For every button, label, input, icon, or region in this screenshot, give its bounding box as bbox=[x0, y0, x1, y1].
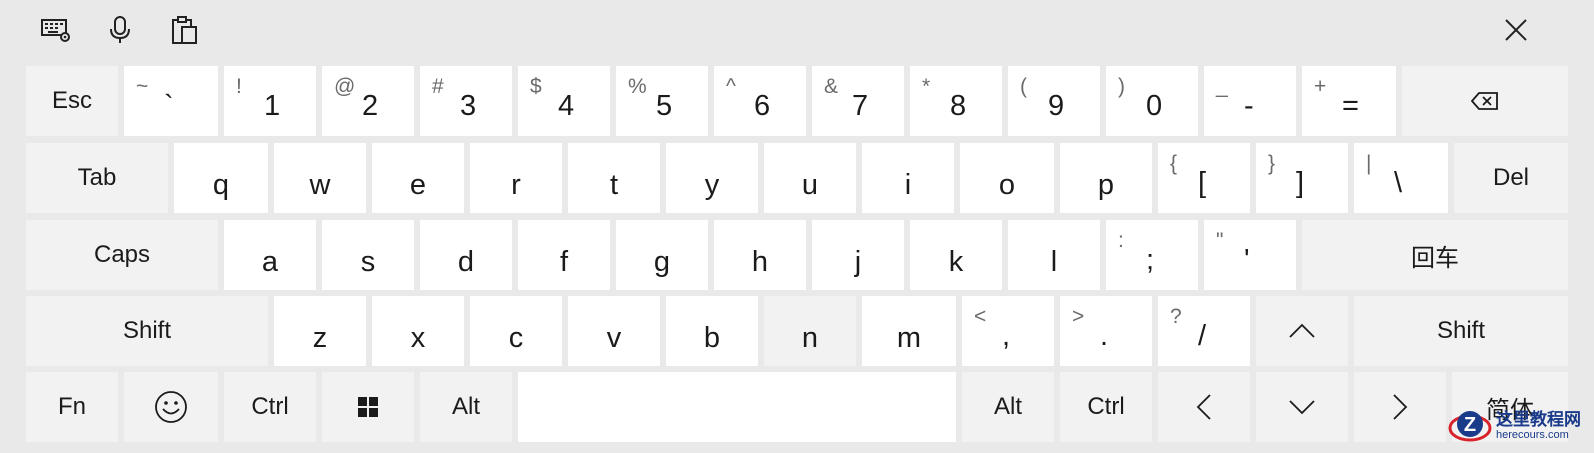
smiley-icon bbox=[154, 390, 188, 424]
chevron-up-icon bbox=[1288, 323, 1316, 339]
arrow-down-key[interactable] bbox=[1256, 372, 1348, 442]
key-j[interactable]: j bbox=[812, 220, 904, 290]
semicolon-key[interactable]: :; bbox=[1106, 220, 1198, 290]
enter-key[interactable]: 回车 bbox=[1302, 220, 1568, 290]
key-w[interactable]: w bbox=[274, 143, 366, 213]
backtick-key[interactable]: ~ ` bbox=[124, 66, 218, 136]
watermark-cn: 这里教程网 bbox=[1496, 409, 1581, 429]
key-f[interactable]: f bbox=[518, 220, 610, 290]
key-q[interactable]: q bbox=[174, 143, 268, 213]
key-d[interactable]: d bbox=[420, 220, 512, 290]
watermark: Z 这里教程网 herecours.com bbox=[1448, 401, 1594, 451]
backspace-icon bbox=[1471, 91, 1499, 111]
chevron-left-icon bbox=[1196, 393, 1212, 421]
keyboard: Esc ~ ` ! 1 @2 #3 $4 % 5 ^ 6 & 7 * 8 (9 ) 0 _ - … bbox=[26, 66, 1568, 446]
key-0[interactable]: ) 0 bbox=[1106, 66, 1198, 136]
key-a[interactable]: a bbox=[224, 220, 316, 290]
esc-key[interactable]: Esc bbox=[26, 66, 118, 136]
key-k[interactable]: k bbox=[910, 220, 1002, 290]
key-l[interactable]: l bbox=[1008, 220, 1100, 290]
key-9[interactable]: (9 bbox=[1008, 66, 1100, 136]
key-x[interactable]: x bbox=[372, 296, 464, 366]
watermark-logo-icon: Z bbox=[1448, 404, 1492, 448]
watermark-en: herecours.com bbox=[1496, 429, 1569, 442]
slash-key[interactable]: ? / bbox=[1158, 296, 1250, 366]
arrow-up-key[interactable] bbox=[1256, 296, 1348, 366]
ctrl-left-key[interactable]: Ctrl bbox=[224, 372, 316, 442]
windows-key[interactable] bbox=[322, 372, 414, 442]
key-o[interactable]: o bbox=[960, 143, 1054, 213]
right-bracket-key[interactable]: }] bbox=[1256, 143, 1348, 213]
ctrl-right-key[interactable]: Ctrl bbox=[1060, 372, 1152, 442]
keyboard-settings-icon[interactable] bbox=[36, 10, 76, 50]
chevron-down-icon bbox=[1288, 399, 1316, 415]
key-3[interactable]: #3 bbox=[420, 66, 512, 136]
key-2[interactable]: @2 bbox=[322, 66, 414, 136]
key-m[interactable]: m bbox=[862, 296, 956, 366]
equals-key[interactable]: + = bbox=[1302, 66, 1396, 136]
watermark-logo-letter: Z bbox=[1464, 414, 1476, 436]
key-4[interactable]: $4 bbox=[518, 66, 610, 136]
key-5[interactable]: % 5 bbox=[616, 66, 708, 136]
close-icon[interactable] bbox=[1496, 10, 1536, 50]
comma-key[interactable]: <, bbox=[962, 296, 1054, 366]
left-bracket-key[interactable]: {[ bbox=[1158, 143, 1250, 213]
key-n[interactable]: n bbox=[764, 296, 856, 366]
chevron-right-icon bbox=[1392, 393, 1408, 421]
shift-right-key[interactable]: Shift bbox=[1354, 296, 1568, 366]
key-7[interactable]: & 7 bbox=[812, 66, 904, 136]
quote-key[interactable]: " ' bbox=[1204, 220, 1296, 290]
emoji-key[interactable] bbox=[124, 372, 218, 442]
clipboard-icon[interactable] bbox=[164, 10, 204, 50]
del-key[interactable]: Del bbox=[1454, 143, 1568, 213]
key-1[interactable]: ! 1 bbox=[224, 66, 316, 136]
key-e[interactable]: e bbox=[372, 143, 464, 213]
key-c[interactable]: c bbox=[470, 296, 562, 366]
key-s[interactable]: s bbox=[322, 220, 414, 290]
key-z[interactable]: z bbox=[274, 296, 366, 366]
key-y[interactable]: y bbox=[666, 143, 758, 213]
arrow-right-key[interactable] bbox=[1354, 372, 1446, 442]
microphone-icon[interactable] bbox=[100, 10, 140, 50]
key-g[interactable]: g bbox=[616, 220, 708, 290]
key-r[interactable]: r bbox=[470, 143, 562, 213]
key-p[interactable]: p bbox=[1060, 143, 1152, 213]
period-key[interactable]: >. bbox=[1060, 296, 1152, 366]
key-6[interactable]: ^ 6 bbox=[714, 66, 806, 136]
key-i[interactable]: i bbox=[862, 143, 954, 213]
arrow-left-key[interactable] bbox=[1158, 372, 1250, 442]
caps-key[interactable]: Caps bbox=[26, 220, 218, 290]
alt-right-key[interactable]: Alt bbox=[962, 372, 1054, 442]
minus-key[interactable]: _ - bbox=[1204, 66, 1296, 136]
key-8[interactable]: * 8 bbox=[910, 66, 1002, 136]
key-u[interactable]: u bbox=[764, 143, 856, 213]
backspace-key[interactable] bbox=[1402, 66, 1568, 136]
shift-left-key[interactable]: Shift bbox=[26, 296, 268, 366]
fn-key[interactable]: Fn bbox=[26, 372, 118, 442]
keyboard-toolbar bbox=[0, 0, 1594, 60]
backslash-key[interactable]: | \ bbox=[1354, 143, 1448, 213]
key-h[interactable]: h bbox=[714, 220, 806, 290]
key-t[interactable]: t bbox=[568, 143, 660, 213]
key-b[interactable]: b bbox=[666, 296, 758, 366]
tab-key[interactable]: Tab bbox=[26, 143, 168, 213]
windows-icon bbox=[357, 396, 379, 418]
alt-left-key[interactable]: Alt bbox=[420, 372, 512, 442]
space-key[interactable] bbox=[518, 372, 956, 442]
key-v[interactable]: v bbox=[568, 296, 660, 366]
